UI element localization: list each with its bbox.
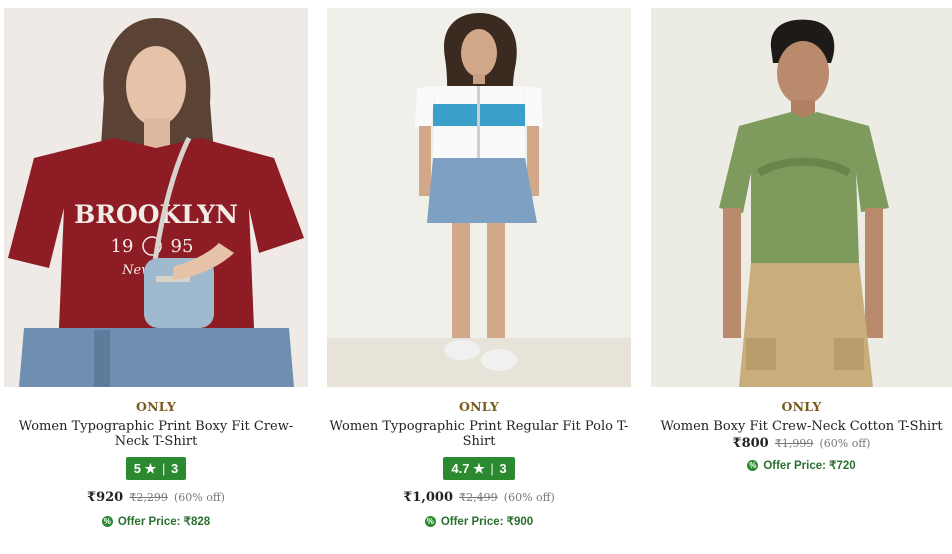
offer-price-text: Offer Price: ₹720	[763, 460, 856, 472]
offer-tag-icon	[101, 515, 113, 527]
rating-score: 5	[133, 461, 142, 476]
product-card[interactable]: BROOKLYN 19 95 New York ONLY Women Typog…	[4, 8, 308, 528]
product-image[interactable]	[327, 8, 631, 387]
mrp-price: ₹2,299	[129, 491, 168, 504]
product-card[interactable]: ONLY Women Boxy Fit Crew-Neck Cotton T-S…	[651, 8, 952, 472]
offer-tag-icon	[424, 515, 436, 527]
product-image[interactable]: BROOKLYN 19 95 New York	[4, 8, 308, 387]
discount-percent: (60% off)	[174, 491, 225, 504]
selling-price: ₹920	[87, 490, 124, 505]
offer-price: Offer Price: ₹828	[4, 514, 308, 528]
selling-price: ₹800	[732, 436, 769, 451]
product-title[interactable]: Women Typographic Print Regular Fit Polo…	[327, 419, 631, 449]
rating-count: 3	[499, 461, 507, 476]
offer-price: Offer Price: ₹720	[651, 458, 952, 472]
offer-price: Offer Price: ₹900	[327, 514, 631, 528]
rating-badge[interactable]: 5 ★ | 3	[125, 457, 187, 480]
offer-tag-icon	[747, 459, 759, 471]
discount-percent: (60% off)	[819, 437, 871, 450]
svg-text:19: 19	[111, 236, 134, 257]
brand-name[interactable]: ONLY	[327, 399, 631, 414]
product-card[interactable]: ONLY Women Typographic Print Regular Fit…	[327, 8, 631, 528]
star-icon: ★	[144, 461, 157, 476]
discount-percent: (60% off)	[503, 491, 555, 504]
rating-separator: |	[161, 461, 166, 476]
star-icon: ★	[473, 461, 485, 476]
product-photo: BROOKLYN 19 95 New York	[4, 8, 308, 387]
product-title[interactable]: Women Boxy Fit Crew-Neck Cotton T-Shirt	[651, 419, 952, 434]
product-image[interactable]	[651, 8, 952, 387]
rating-score: 4.7	[451, 461, 470, 476]
rating-count: 3	[170, 461, 179, 476]
selling-price: ₹1,000	[403, 490, 453, 505]
product-title[interactable]: Women Typographic Print Boxy Fit Crew-Ne…	[4, 419, 308, 449]
product-grid: BROOKLYN 19 95 New York ONLY Women Typog…	[0, 0, 952, 554]
rating-badge[interactable]: 4.7 ★ | 3	[443, 457, 515, 480]
product-photo	[651, 8, 952, 387]
price-row: ₹800 ₹1,999 (60% off)	[651, 436, 952, 451]
svg-text:BROOKLYN: BROOKLYN	[74, 200, 238, 229]
brand-name[interactable]: ONLY	[651, 399, 952, 414]
brand-name[interactable]: ONLY	[4, 399, 308, 414]
price-row: ₹920 ₹2,299 (60% off)	[4, 490, 308, 505]
mrp-price: ₹1,999	[774, 437, 814, 450]
mrp-price: ₹2,499	[459, 491, 498, 504]
offer-price-text: Offer Price: ₹828	[117, 516, 211, 528]
rating-separator: |	[490, 461, 494, 476]
svg-text:95: 95	[171, 236, 194, 257]
offer-price-text: Offer Price: ₹900	[440, 516, 534, 528]
product-photo	[327, 8, 631, 387]
price-row: ₹1,000 ₹2,499 (60% off)	[327, 490, 631, 505]
